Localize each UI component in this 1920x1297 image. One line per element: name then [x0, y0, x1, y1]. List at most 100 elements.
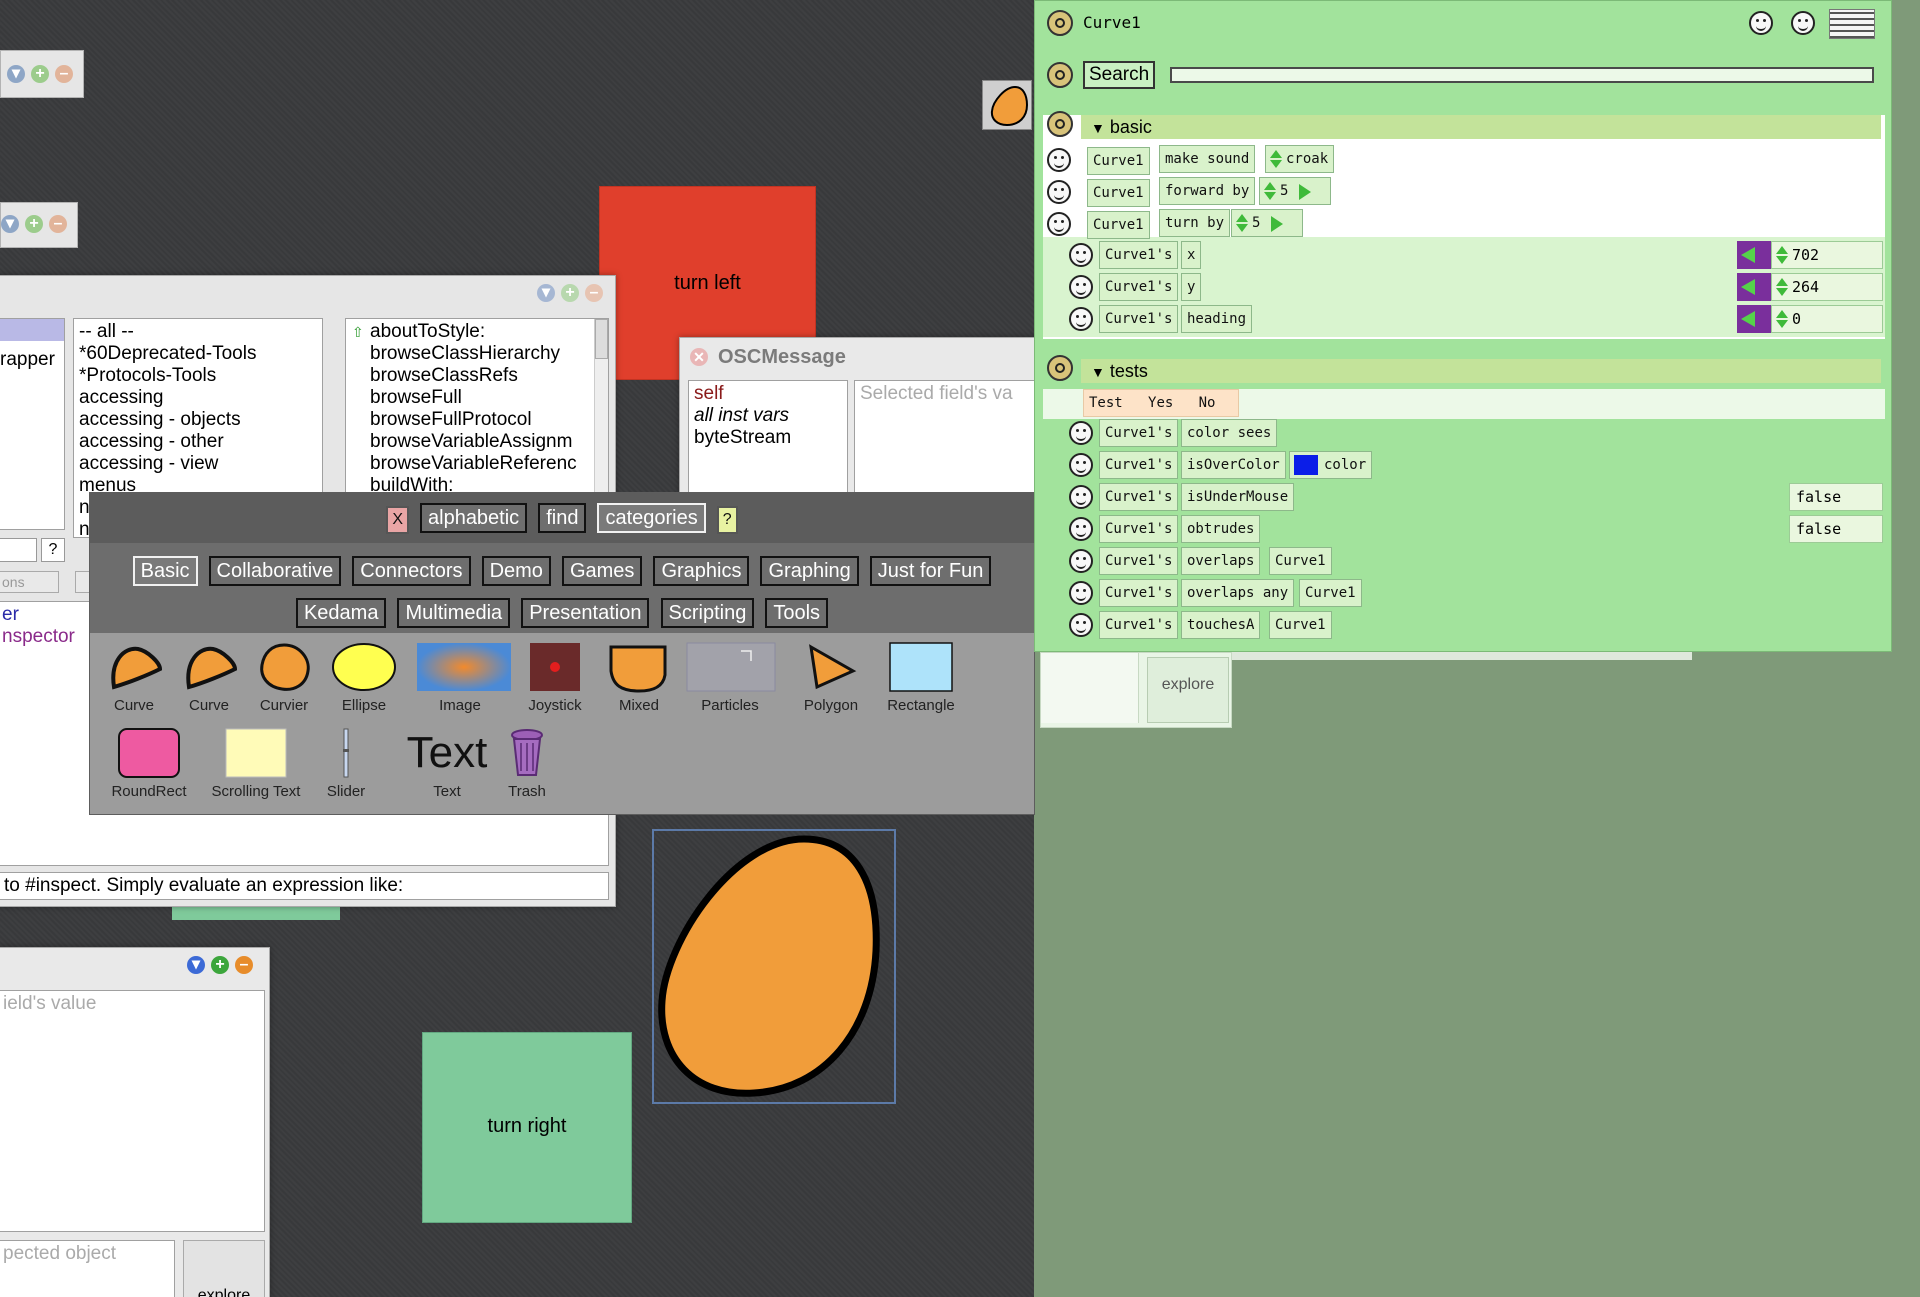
part-mixed[interactable]: Mixed	[594, 641, 684, 714]
tile-arg[interactable]: 5	[1231, 209, 1303, 237]
face-icon[interactable]	[1749, 11, 1773, 35]
tile-obj[interactable]: Curve1's	[1099, 419, 1179, 447]
expand-icon[interactable]: +	[31, 65, 49, 83]
method-item[interactable]: browseClassHierarchy	[370, 343, 603, 365]
tab-alphabetic[interactable]: alphabetic	[420, 503, 528, 533]
part-scrolling-text[interactable]: Scrolling Text	[196, 727, 316, 800]
category-item[interactable]: -- all --	[79, 321, 317, 343]
tile-obj[interactable]: Curve1's	[1099, 547, 1179, 575]
tile-arg[interactable]: Curve1	[1299, 579, 1362, 607]
tile-slot[interactable]: color sees	[1181, 419, 1278, 447]
assign-icon[interactable]	[1737, 273, 1771, 301]
search-input[interactable]	[1170, 67, 1874, 83]
assign-icon[interactable]	[1737, 241, 1771, 269]
tile-slot[interactable]: y	[1181, 273, 1202, 301]
inspector-window[interactable]: ▾ + – ield's value pected object explore	[0, 947, 270, 1297]
category-collaborative[interactable]: Collaborative	[208, 556, 342, 586]
method-item[interactable]: browseFullProtocol	[370, 409, 603, 431]
face-icon[interactable]	[1069, 581, 1093, 605]
tile-obj[interactable]: Curve1	[1087, 211, 1150, 239]
category-item[interactable]: *Protocols-Tools	[79, 365, 317, 387]
collapsed-window-2[interactable]: ▾ + –	[0, 202, 78, 248]
field-all-inst-vars[interactable]: all inst vars	[694, 405, 842, 427]
class-list-pane[interactable]: rapper	[0, 318, 65, 530]
tile-cmd[interactable]: turn by	[1159, 209, 1231, 237]
expand-icon[interactable]: +	[25, 215, 43, 233]
field-bytestream[interactable]: byteStream	[694, 427, 842, 449]
tile-obj[interactable]: Curve1	[1087, 147, 1150, 175]
tile-obj[interactable]: Curve1's	[1099, 241, 1179, 269]
close-icon[interactable]: –	[55, 65, 73, 83]
curve1-sprite[interactable]	[652, 829, 896, 1104]
category-basic[interactable]: Basic	[132, 556, 198, 586]
explore-button[interactable]: explore	[183, 1240, 265, 1297]
face-icon[interactable]	[1047, 180, 1071, 204]
collapse-icon[interactable]: ▾	[1, 215, 19, 233]
close-icon[interactable]: –	[49, 215, 67, 233]
collapsed-window-1[interactable]: ▾ + –	[0, 50, 84, 98]
class-item[interactable]: rapper	[0, 349, 64, 371]
hidden-panel[interactable]: explore	[1040, 652, 1232, 728]
test-tile[interactable]: Test Yes No	[1083, 389, 1239, 417]
face-icon[interactable]	[1791, 11, 1815, 35]
play-icon[interactable]	[1271, 216, 1283, 232]
field-list-pane[interactable]: self all inst vars byteStream	[688, 380, 848, 500]
tile-slot[interactable]: x	[1181, 241, 1202, 269]
category-scripting[interactable]: Scripting	[660, 598, 755, 628]
face-icon[interactable]	[1069, 485, 1093, 509]
close-icon[interactable]: –	[585, 284, 603, 302]
tile-cmd[interactable]: make sound	[1159, 145, 1256, 173]
part-ellipse[interactable]: Ellipse	[319, 641, 409, 714]
tile-slot[interactable]: overlaps any	[1181, 579, 1295, 607]
close-icon[interactable]: ✕	[690, 348, 708, 366]
category-item[interactable]: *60Deprecated-Tools	[79, 343, 317, 365]
category-demo[interactable]: Demo	[481, 556, 551, 586]
category-connectors[interactable]: Connectors	[352, 556, 471, 586]
tile-arg[interactable]: Curve1	[1269, 611, 1332, 639]
face-icon[interactable]	[1069, 517, 1093, 541]
collapse-icon[interactable]: ▾	[187, 956, 205, 974]
collapse-icon[interactable]: ▾	[537, 284, 555, 302]
assign-icon[interactable]	[1737, 305, 1771, 333]
tile-obj[interactable]: Curve1's	[1099, 579, 1179, 607]
close-button[interactable]: X	[386, 506, 409, 534]
category-item[interactable]: accessing - objects	[79, 409, 317, 431]
part-rectangle[interactable]: Rectangle	[876, 641, 966, 714]
tile-obj[interactable]: Curve1's	[1099, 451, 1179, 479]
selected-class-row[interactable]	[0, 319, 64, 341]
tile-arg[interactable]: croak	[1265, 145, 1335, 173]
basic-header[interactable]: ▼ basic	[1081, 115, 1881, 139]
tile-obj[interactable]: Curve1's	[1099, 611, 1179, 639]
slot-value[interactable]: 702	[1771, 241, 1883, 269]
method-item[interactable]: browseClassRefs	[370, 365, 603, 387]
category-just-for-fun[interactable]: Just for Fun	[869, 556, 992, 586]
part-joystick[interactable]: Joystick	[510, 641, 600, 714]
explore-button[interactable]: explore	[1147, 657, 1229, 723]
category-kedama[interactable]: Kedama	[295, 598, 387, 628]
tile-arg[interactable]: Curve1	[1269, 547, 1332, 575]
tab-label[interactable]: ons	[0, 571, 59, 593]
category-item[interactable]: accessing - other	[79, 431, 317, 453]
face-icon[interactable]	[1069, 307, 1093, 331]
tab-find[interactable]: find	[538, 503, 587, 533]
field-value-pane[interactable]: ield's value	[0, 990, 265, 1232]
field-self[interactable]: self	[694, 383, 842, 405]
part-roundrect[interactable]: RoundRect	[104, 727, 194, 800]
method-item[interactable]: browseVariableAssignm	[370, 431, 603, 453]
part-trash[interactable]: Trash	[492, 727, 562, 800]
tile-slot[interactable]: obtrudes	[1181, 515, 1261, 543]
tile-slot[interactable]: isUnderMouse	[1181, 483, 1295, 511]
category-games[interactable]: Games	[561, 556, 643, 586]
tile-cmd[interactable]: forward by	[1159, 177, 1256, 205]
part-curvier[interactable]: Curvier	[239, 641, 329, 714]
category-tools[interactable]: Tools	[765, 598, 829, 628]
method-item[interactable]: ⇧ aboutToStyle:	[352, 321, 603, 343]
expand-icon[interactable]: +	[211, 956, 229, 974]
tab-categories[interactable]: categories	[597, 503, 706, 533]
tile-slot[interactable]: touchesA	[1181, 611, 1261, 639]
slot-value[interactable]: 264	[1771, 273, 1883, 301]
tile-slot[interactable]: overlaps	[1181, 547, 1261, 575]
category-menu-icon[interactable]	[1047, 111, 1073, 137]
part-text[interactable]: Text Text	[402, 727, 492, 800]
category-menu-icon[interactable]	[1047, 355, 1073, 381]
